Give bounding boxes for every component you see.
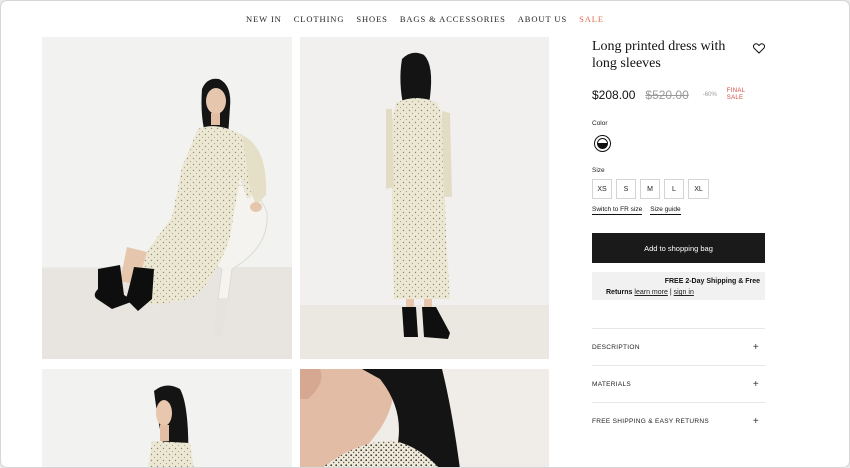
learn-more-link[interactable]: learn more — [634, 289, 667, 296]
details-accordion: DESCRIPTION + MATERIALS + FREE SHIPPING … — [592, 328, 765, 439]
add-to-bag-button[interactable]: Add to shopping bag — [592, 233, 765, 263]
shipping-line-1: FREE 2-Day Shipping & Free — [664, 278, 760, 285]
nav-bags-accessories[interactable]: BAGS & ACCESSORIES — [400, 14, 506, 24]
plus-icon: + — [752, 341, 759, 353]
size-links: Switch to FR size Size guide — [592, 206, 765, 215]
shipping-banner: FREE 2-Day Shipping & Free Returns learn… — [592, 272, 765, 300]
final-sale-line-1: FINAL — [726, 88, 746, 94]
top-navigation: NEW IN CLOTHING SHOES BAGS & ACCESSORIES… — [1, 1, 849, 37]
price-row: $208.00 $520.00 -60% FINAL SALE — [592, 84, 765, 106]
size-guide-link[interactable]: Size guide — [650, 206, 681, 215]
product-photo-seated[interactable] — [42, 37, 292, 359]
browser-page: NEW IN CLOTHING SHOES BAGS & ACCESSORIES… — [1, 1, 849, 467]
accordion-description-label: DESCRIPTION — [592, 343, 640, 351]
heart-icon[interactable] — [752, 41, 766, 54]
shipping-returns-text: Returns — [606, 289, 633, 296]
size-xl-button[interactable]: XL — [688, 179, 709, 199]
final-sale-badge: FINAL SALE — [727, 88, 746, 102]
sale-price: $208.00 — [592, 88, 636, 102]
nav-sale[interactable]: SALE — [579, 14, 604, 24]
color-label: Color — [592, 120, 608, 127]
sign-in-link[interactable]: sign in — [674, 289, 694, 296]
color-swatch-icon — [597, 138, 608, 149]
accordion-materials[interactable]: MATERIALS + — [592, 365, 765, 402]
switch-fr-size-link[interactable]: Switch to FR size — [592, 206, 643, 215]
size-l-button[interactable]: L — [664, 179, 684, 199]
accordion-description[interactable]: DESCRIPTION + — [592, 328, 765, 365]
size-s-button[interactable]: S — [616, 179, 636, 199]
plus-icon: + — [752, 378, 759, 390]
product-photo-closeup[interactable] — [300, 369, 549, 467]
product-title: Long printed dress with long sleeves — [592, 39, 726, 71]
accordion-shipping-returns[interactable]: FREE SHIPPING & EASY RETURNS + — [592, 402, 765, 439]
shipping-line-2: Returns learn more | sign in — [606, 287, 760, 298]
product-photo-back[interactable] — [300, 37, 549, 359]
size-m-button[interactable]: M — [640, 179, 660, 199]
plus-icon: + — [752, 415, 759, 427]
discount-badge: -60% — [702, 92, 717, 98]
product-details-panel: Long printed dress with long sleeves $20… — [592, 37, 766, 439]
size-label: Size — [592, 167, 605, 174]
shipping-separator: | — [669, 289, 672, 296]
nav-shoes[interactable]: SHOES — [356, 14, 387, 24]
nav-new-in[interactable]: NEW IN — [246, 14, 282, 24]
nav-about-us[interactable]: ABOUT US — [518, 14, 567, 24]
accordion-shipping-label: FREE SHIPPING & EASY RETURNS — [592, 417, 709, 425]
size-selector: XS S M L XL — [592, 179, 765, 199]
accordion-materials-label: MATERIALS — [592, 380, 632, 388]
final-sale-line-2: SALE — [726, 95, 744, 101]
original-price: $520.00 — [645, 88, 689, 102]
color-swatch[interactable] — [594, 135, 611, 152]
size-xs-button[interactable]: XS — [592, 179, 612, 199]
product-photo-profile[interactable] — [42, 369, 292, 467]
nav-clothing[interactable]: CLOTHING — [294, 14, 345, 24]
